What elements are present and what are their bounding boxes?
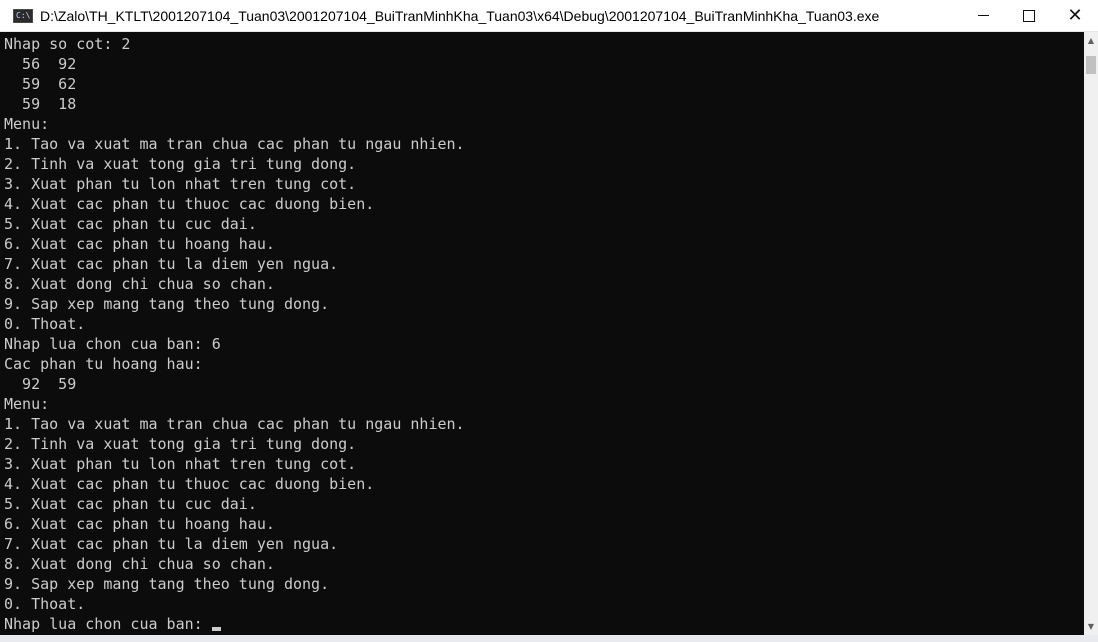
window-title: D:\Zalo\TH_KTLT\2001207104_Tuan03\200120…	[40, 7, 880, 24]
console-line: 5. Xuat cac phan tu cuc dai.	[4, 215, 257, 233]
console-line: 7. Xuat cac phan tu la diem yen ngua.	[4, 255, 339, 273]
console-line: 6. Xuat cac phan tu hoang hau.	[4, 515, 275, 533]
console-line: 7. Xuat cac phan tu la diem yen ngua.	[4, 535, 339, 553]
console-line: 3. Xuat phan tu lon nhat tren tung cot.	[4, 175, 357, 193]
console-line: 8. Xuat dong chi chua so chan.	[4, 275, 275, 293]
scrollbar-thumb[interactable]	[1086, 56, 1096, 74]
console-line: 59 18	[4, 95, 77, 113]
scroll-down-arrow-icon[interactable]: ▼	[1084, 618, 1098, 635]
console-window: C:\ D:\Zalo\TH_KTLT\2001207104_Tuan03\20…	[0, 0, 1098, 642]
console-output[interactable]: Nhap so cot: 2 56 92 59 62 59 18 Menu: 1…	[0, 32, 1084, 635]
console-line: 3. Xuat phan tu lon nhat tren tung cot.	[4, 455, 357, 473]
vertical-scrollbar[interactable]: ▲ ▼	[1084, 32, 1098, 635]
console-line: 2. Tinh va xuat tong gia tri tung dong.	[4, 155, 357, 173]
window-bottom-edge	[0, 635, 1098, 642]
app-icon-label: C:\	[16, 10, 31, 20]
console-line: Menu:	[4, 395, 50, 413]
title-bar[interactable]: C:\ D:\Zalo\TH_KTLT\2001207104_Tuan03\20…	[0, 0, 1098, 32]
window-controls: ✕	[960, 0, 1098, 31]
console-line: Cac phan tu hoang hau:	[4, 355, 203, 373]
console-line: 9. Sap xep mang tang theo tung dong.	[4, 295, 330, 313]
console-line: Nhap lua chon cua ban: 6	[4, 335, 221, 353]
console-prompt: Nhap lua chon cua ban:	[4, 615, 212, 633]
console-line: 56 92	[4, 55, 77, 73]
console-line: 5. Xuat cac phan tu cuc dai.	[4, 495, 257, 513]
console-line: 1. Tao va xuat ma tran chua cac phan tu …	[4, 135, 465, 153]
console-line: 1. Tao va xuat ma tran chua cac phan tu …	[4, 415, 465, 433]
console-text: Nhap so cot: 2 56 92 59 62 59 18 Menu: 1…	[0, 32, 1084, 634]
console-line: Menu:	[4, 115, 50, 133]
console-line: 8. Xuat dong chi chua so chan.	[4, 555, 275, 573]
minimize-button[interactable]	[960, 0, 1006, 31]
console-line: 9. Sap xep mang tang theo tung dong.	[4, 575, 330, 593]
maximize-button[interactable]	[1006, 0, 1052, 31]
console-line: 4. Xuat cac phan tu thuoc cac duong bien…	[4, 475, 375, 493]
console-line: 6. Xuat cac phan tu hoang hau.	[4, 235, 275, 253]
console-line: 4. Xuat cac phan tu thuoc cac duong bien…	[4, 195, 375, 213]
console-line: 0. Thoat.	[4, 315, 86, 333]
console-line: 92 59	[4, 375, 77, 393]
close-button[interactable]: ✕	[1052, 0, 1098, 31]
console-line: 59 62	[4, 75, 77, 93]
console-app-icon: C:\	[13, 8, 33, 23]
console-line: Nhap so cot: 2	[4, 35, 131, 53]
scroll-up-arrow-icon[interactable]: ▲	[1084, 32, 1098, 49]
console-line: 0. Thoat.	[4, 595, 86, 613]
console-line: 2. Tinh va xuat tong gia tri tung dong.	[4, 435, 357, 453]
text-cursor	[211, 627, 221, 631]
